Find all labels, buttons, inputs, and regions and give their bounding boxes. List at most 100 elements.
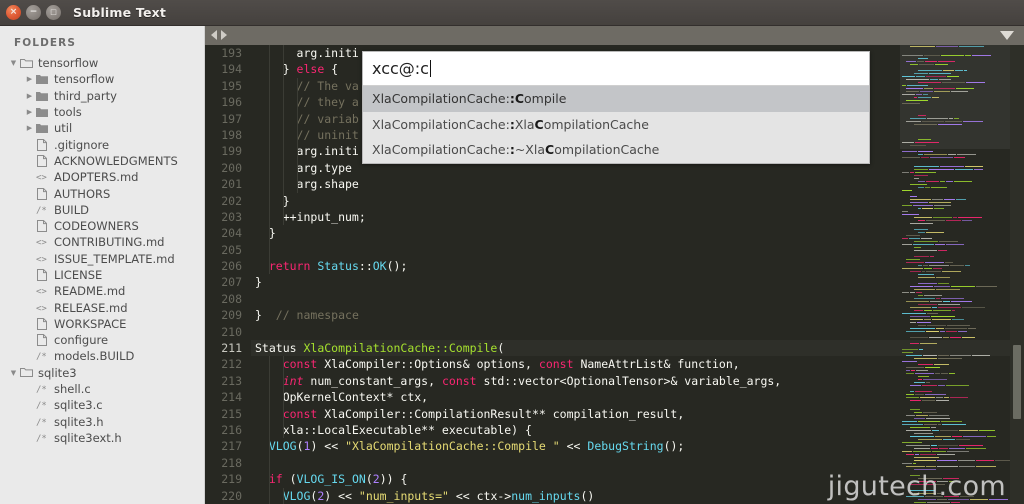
sidebar-item-issue-template-md[interactable]: <>ISSUE_TEMPLATE.md	[0, 251, 204, 267]
line-number: 201	[205, 176, 251, 192]
tab-nav-arrows[interactable]	[211, 30, 227, 40]
file-icon	[34, 155, 50, 167]
sidebar-item-label: AUTHORS	[50, 187, 110, 201]
goto-symbol-result[interactable]: XlaCompilationCache::XlaCompilationCache	[363, 112, 869, 138]
svg-text:/*: /*	[36, 206, 47, 215]
sidebar-item-label: tensorflow	[50, 72, 114, 86]
sidebar-item-tensorflow[interactable]: ▼tensorflow	[0, 55, 204, 71]
sidebar-item-codeowners[interactable]: CODEOWNERS	[0, 218, 204, 234]
sidebar-item-label: ACKNOWLEDGMENTS	[50, 154, 178, 168]
source-icon: /*	[34, 205, 50, 215]
sidebar-item-util[interactable]: ▶ util	[0, 120, 204, 136]
chevron-down-icon[interactable]	[1000, 31, 1014, 40]
goto-symbol-result[interactable]: XlaCompilationCache::~XlaCompilationCach…	[363, 137, 869, 163]
line-number: 218	[205, 455, 251, 471]
scrollbar-thumb[interactable]	[1013, 345, 1021, 419]
sidebar-item-acknowledgments[interactable]: ACKNOWLEDGMENTS	[0, 153, 204, 169]
chevron-right-icon[interactable]: ▶	[25, 124, 34, 132]
sidebar-item-third-party[interactable]: ▶ third_party	[0, 88, 204, 104]
maximize-button[interactable]: □	[46, 5, 61, 20]
goto-symbol-popup[interactable]: xcc@:c XlaCompilationCache::CompileXlaCo…	[362, 51, 870, 164]
markdown-icon: <>	[34, 303, 50, 313]
line-number: 214	[205, 389, 251, 405]
tab-bar[interactable]	[205, 26, 1024, 45]
folders-header: FOLDERS	[0, 26, 204, 55]
markdown-icon: <>	[34, 286, 50, 296]
sidebar-item-models-build[interactable]: /*models.BUILD	[0, 348, 204, 364]
file-icon	[34, 334, 50, 346]
line-number: 195	[205, 78, 251, 94]
source-icon: /*	[34, 417, 50, 427]
sidebar-item-authors[interactable]: AUTHORS	[0, 185, 204, 201]
sidebar-item-sqlite3-c[interactable]: /*sqlite3.c	[0, 397, 204, 413]
svg-text:/*: /*	[36, 434, 47, 443]
goto-symbol-input[interactable]: xcc@:c	[363, 52, 869, 86]
line-number: 198	[205, 127, 251, 143]
minimize-button[interactable]: −	[26, 5, 41, 20]
goto-symbol-results[interactable]: XlaCompilationCache::CompileXlaCompilati…	[363, 86, 869, 163]
sidebar[interactable]: FOLDERS ▼tensorflow ▶ tensorflow ▶ third_par…	[0, 26, 205, 504]
sidebar-item-tensorflow[interactable]: ▶ tensorflow	[0, 71, 204, 87]
sidebar-item-release-md[interactable]: <>RELEASE.md	[0, 299, 204, 315]
line-number: 215	[205, 406, 251, 422]
sidebar-item-workspace[interactable]: WORKSPACE	[0, 316, 204, 332]
folder-icon	[34, 123, 50, 133]
source-icon: /*	[34, 433, 50, 443]
chevron-right-icon[interactable]: ▶	[25, 75, 34, 83]
sidebar-item-configure[interactable]: configure	[0, 332, 204, 348]
line-number: 200	[205, 160, 251, 176]
line-number: 196	[205, 94, 251, 110]
sidebar-item-gitignore[interactable]: .gitignore	[0, 136, 204, 152]
line-number: 212	[205, 356, 251, 372]
folder-icon	[34, 74, 50, 84]
text-caret	[430, 60, 432, 77]
sidebar-item-label: sqlite3	[34, 366, 77, 380]
line-number: 203	[205, 209, 251, 225]
sidebar-item-adopters-md[interactable]: <>ADOPTERS.md	[0, 169, 204, 185]
sidebar-item-label: third_party	[50, 89, 117, 103]
window-controls: × − □	[0, 5, 61, 20]
arrow-right-icon[interactable]	[221, 30, 227, 40]
sidebar-item-sqlite3-h[interactable]: /*sqlite3.h	[0, 414, 204, 430]
line-number: 211	[205, 340, 251, 356]
sidebar-item-contributing-md[interactable]: <>CONTRIBUTING.md	[0, 234, 204, 250]
sidebar-item-license[interactable]: LICENSE	[0, 267, 204, 283]
vertical-scrollbar[interactable]	[1010, 45, 1024, 504]
chevron-right-icon[interactable]: ▶	[25, 92, 34, 100]
sidebar-item-label: models.BUILD	[50, 349, 134, 363]
sidebar-item-readme-md[interactable]: <>README.md	[0, 283, 204, 299]
sidebar-item-shell-c[interactable]: /*shell.c	[0, 381, 204, 397]
line-number: 208	[205, 291, 251, 307]
goto-symbol-result[interactable]: XlaCompilationCache::Compile	[363, 86, 869, 112]
close-icon: ×	[10, 8, 18, 17]
close-button[interactable]: ×	[6, 5, 21, 20]
line-number: 193	[205, 45, 251, 61]
chevron-down-icon[interactable]: ▼	[9, 369, 18, 377]
minimap[interactable]	[900, 45, 1010, 504]
line-number: 194	[205, 61, 251, 77]
sidebar-item-label: util	[50, 121, 72, 135]
sidebar-item-label: README.md	[50, 284, 125, 298]
sidebar-item-tools[interactable]: ▶tools	[0, 104, 204, 120]
file-icon	[34, 139, 50, 151]
file-icon	[34, 220, 50, 232]
svg-text:<>: <>	[36, 173, 47, 182]
arrow-left-icon[interactable]	[211, 30, 217, 40]
file-icon	[34, 318, 50, 330]
sidebar-item-label: sqlite3.h	[50, 415, 104, 429]
sidebar-item-sqlite3[interactable]: ▼ sqlite3	[0, 365, 204, 381]
svg-text:/*: /*	[36, 401, 47, 410]
chevron-right-icon[interactable]: ▶	[25, 108, 34, 116]
sidebar-item-build[interactable]: /*BUILD	[0, 202, 204, 218]
sidebar-item-label: .gitignore	[50, 138, 109, 152]
sidebar-item-sqlite3ext-h[interactable]: /*sqlite3ext.h	[0, 430, 204, 446]
sidebar-item-label: ADOPTERS.md	[50, 170, 138, 184]
goto-symbol-query: xcc@:c	[372, 59, 429, 78]
folder-icon	[34, 91, 50, 101]
folder-open-icon	[18, 58, 34, 69]
chevron-down-icon[interactable]: ▼	[9, 59, 18, 67]
folder-tree[interactable]: ▼tensorflow ▶ tensorflow ▶ third_party▶tools…	[0, 55, 204, 446]
sidebar-item-label: WORKSPACE	[50, 317, 126, 331]
line-number: 204	[205, 225, 251, 241]
minimize-icon: −	[30, 8, 38, 17]
